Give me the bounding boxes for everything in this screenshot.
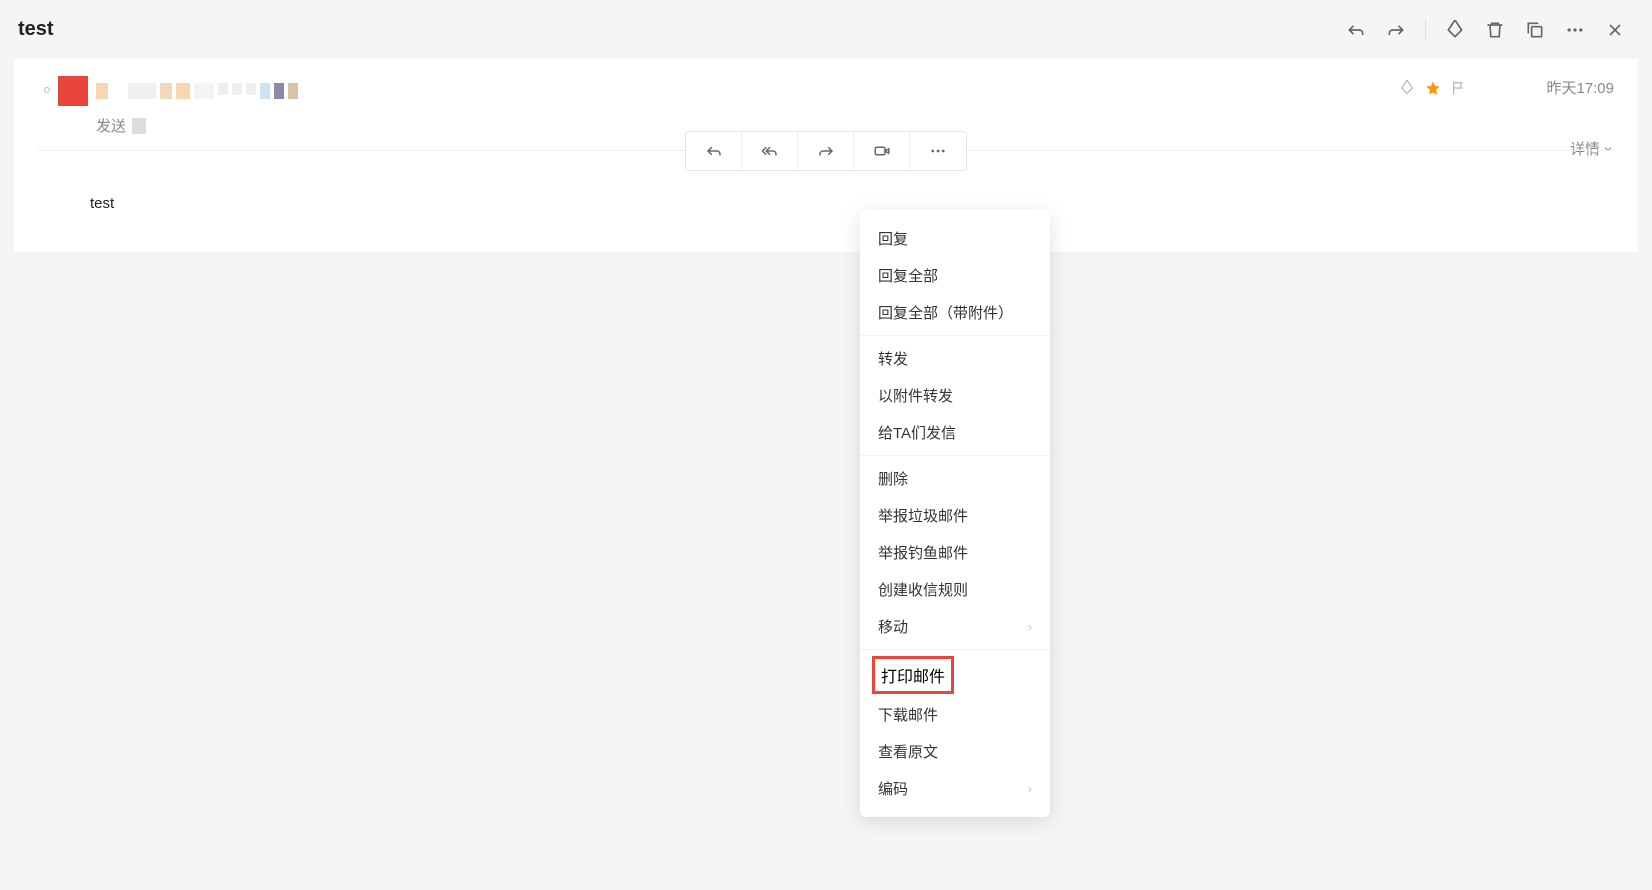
context-menu: 回复 回复全部 回复全部（带附件） 转发 以附件转发 给TA们发信 删除 举报垃… [860,210,1050,817]
label-icon[interactable] [1398,79,1416,97]
sender-name-redacted [96,83,298,99]
details-toggle[interactable]: 详情 [1570,138,1614,159]
sender-redacted [132,118,146,134]
close-icon[interactable] [1604,19,1626,41]
forward-button[interactable] [798,132,854,170]
reply-all-button[interactable] [742,132,798,170]
avatar-icon [58,76,88,106]
menu-report-phishing[interactable]: 举报钓鱼邮件 [860,534,1050,571]
page-title: test [18,18,54,41]
menu-move[interactable]: 移动 › [860,608,1050,645]
menu-group-forward: 转发 以附件转发 给TA们发信 [860,336,1050,456]
forward-icon[interactable] [1385,19,1407,41]
menu-delete[interactable]: 删除 [860,460,1050,497]
menu-group-reply: 回复 回复全部 回复全部（带附件） [860,216,1050,336]
tag-icon[interactable] [1444,19,1466,41]
action-bar-row [38,150,1614,151]
more-icon[interactable] [1564,19,1586,41]
email-header: 昨天17:09 [14,59,1638,115]
chevron-right-icon: › [1028,620,1032,634]
menu-download[interactable]: 下载邮件 [860,696,1050,733]
chevron-right-icon: › [1028,782,1032,796]
reply-button[interactable] [686,132,742,170]
menu-forward[interactable]: 转发 [860,340,1050,377]
menu-group-manage: 删除 举报垃圾邮件 举报钓鱼邮件 创建收信规则 移动 › [860,456,1050,650]
page-header: test [0,0,1652,59]
flag-icon[interactable] [1450,79,1468,97]
menu-print-highlighted[interactable]: 打印邮件 [872,656,954,694]
unread-dot [44,87,50,93]
menu-view-source[interactable]: 查看原文 [860,733,1050,770]
menu-reply-all-attach[interactable]: 回复全部（带附件） [860,294,1050,331]
reply-icon[interactable] [1345,19,1367,41]
action-bar [685,131,967,171]
more-button[interactable] [910,132,966,170]
menu-report-spam[interactable]: 举报垃圾邮件 [860,497,1050,534]
menu-group-tools: 打印邮件 下载邮件 查看原文 编码 › [860,650,1050,811]
menu-forward-attach[interactable]: 以附件转发 [860,377,1050,414]
menu-create-rule[interactable]: 创建收信规则 [860,571,1050,608]
sender-label: 发送 [96,115,126,136]
menu-reply-all[interactable]: 回复全部 [860,257,1050,294]
email-meta-right: 昨天17:09 [1398,77,1614,98]
sender-avatar-block [58,77,348,105]
video-button[interactable] [854,132,910,170]
divider [1425,19,1426,41]
timestamp: 昨天17:09 [1546,77,1614,98]
delete-icon[interactable] [1484,19,1506,41]
menu-reply[interactable]: 回复 [860,220,1050,257]
header-actions [1345,19,1626,41]
star-icon[interactable] [1424,79,1442,97]
menu-compose-to[interactable]: 给TA们发信 [860,414,1050,451]
email-card: 昨天17:09 发送 详情 test [14,59,1638,252]
menu-encoding[interactable]: 编码 › [860,770,1050,807]
copy-icon[interactable] [1524,19,1546,41]
